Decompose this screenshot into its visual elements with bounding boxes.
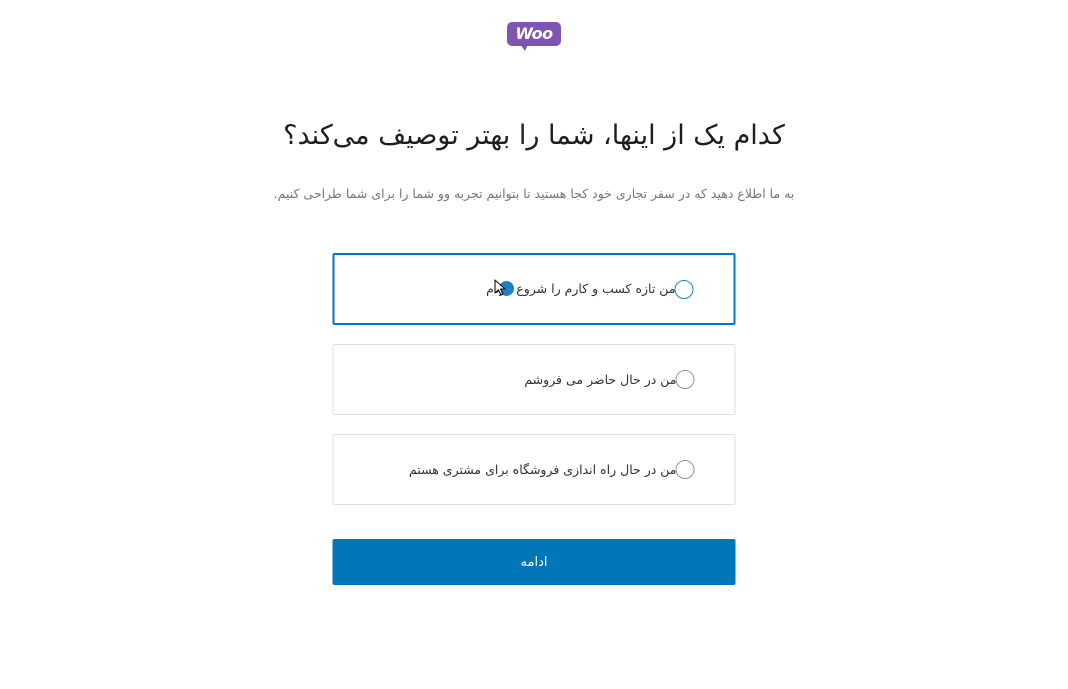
option-row: من تازه کسب و کارم را شروع کردم xyxy=(349,279,720,299)
continue-button[interactable]: ادامه xyxy=(332,539,736,585)
woo-logo: Woo xyxy=(507,22,561,51)
header-block: کدام یک از اینها، شما را بهتر توصیف می‌ک… xyxy=(0,118,1068,204)
page-subtitle: به ما اطلاع دهید که در سفر تجاری خود کجا… xyxy=(273,186,795,202)
option-just-starting[interactable]: من تازه کسب و کارم را شروع کردم xyxy=(332,253,736,325)
option-row: من در حال حاضر می فروشم xyxy=(348,370,721,389)
brand-logo-container: Woo xyxy=(0,22,1068,56)
profiler-options-list: من تازه کسب و کارم را شروع کردم من در حا… xyxy=(332,253,736,524)
woo-logo-bubble: Woo xyxy=(507,22,561,46)
radio-icon[interactable] xyxy=(675,460,695,479)
option-already-selling[interactable]: من در حال حاضر می فروشم xyxy=(332,344,736,415)
radio-icon[interactable] xyxy=(674,279,694,299)
page-title: کدام یک از اینها، شما را بهتر توصیف می‌ک… xyxy=(283,120,785,151)
option-setting-up-for-client[interactable]: من در حال راه اندازی فروشگاه برای مشتری … xyxy=(332,434,736,505)
radio-icon[interactable] xyxy=(675,370,695,389)
option-row: من در حال راه اندازی فروشگاه برای مشتری … xyxy=(348,460,721,479)
option-label: من در حال راه اندازی فروشگاه برای مشتری … xyxy=(409,461,677,477)
woo-logo-text: Woo xyxy=(515,23,553,43)
option-label: من تازه کسب و کارم را شروع کردم xyxy=(486,281,676,297)
woo-logo-tail xyxy=(520,44,529,51)
option-label: من در حال حاضر می فروشم xyxy=(524,371,677,387)
onboarding-page: Woo کدام یک از اینها، شما را بهتر توصیف … xyxy=(0,0,1068,689)
